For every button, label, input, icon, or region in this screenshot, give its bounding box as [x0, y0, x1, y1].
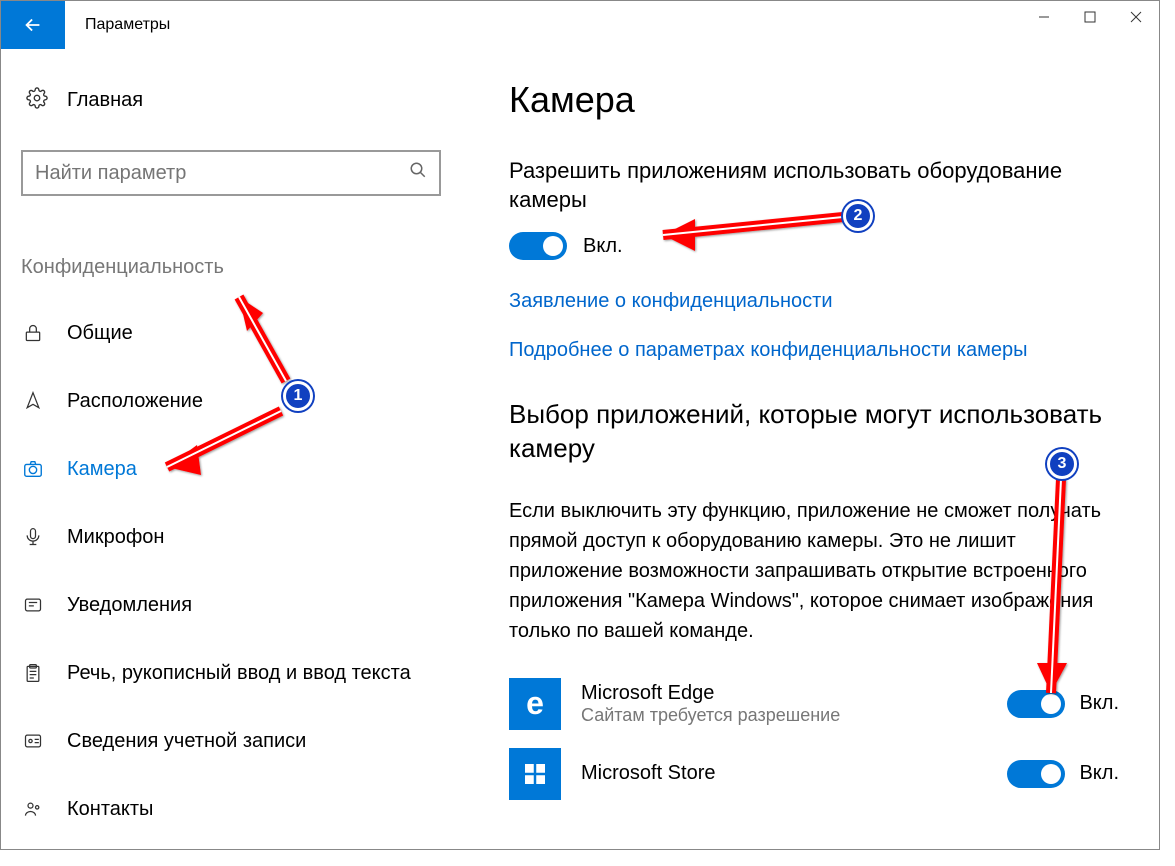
arrow-left-icon	[22, 14, 44, 36]
nav-label: Общие	[67, 322, 133, 345]
search-icon	[409, 161, 427, 185]
app-toggle-store[interactable]	[1007, 760, 1065, 788]
nav-label: Контакты	[67, 798, 153, 821]
nav-item-general[interactable]: Общие	[21, 299, 451, 367]
toggle-state-label: Вкл.	[1079, 692, 1119, 715]
app-info: Microsoft Store	[581, 762, 987, 785]
app-name: Microsoft Store	[581, 762, 987, 785]
app-toggle-wrap: Вкл.	[1007, 690, 1119, 718]
nav-item-location[interactable]: Расположение	[21, 367, 451, 435]
nav-list: Общие Расположение Камера Микрофон Уведо	[21, 299, 451, 843]
clipboard-icon	[21, 663, 45, 683]
nav-label: Камера	[67, 458, 137, 481]
nav-label: Сведения учетной записи	[67, 730, 306, 753]
app-toggle-edge[interactable]	[1007, 690, 1065, 718]
settings-window: Параметры Главная Конфиденциальность	[0, 0, 1160, 850]
camera-toggle-row: Вкл.	[509, 232, 1119, 260]
learn-more-link[interactable]: Подробнее о параметрах конфиденциальност…	[509, 339, 1119, 362]
nav-label: Уведомления	[67, 594, 192, 617]
window-controls	[1021, 1, 1159, 33]
close-button[interactable]	[1113, 1, 1159, 33]
app-toggle-wrap: Вкл.	[1007, 760, 1119, 788]
titlebar: Параметры	[1, 1, 1159, 49]
back-button[interactable]	[1, 1, 65, 49]
maximize-button[interactable]	[1067, 1, 1113, 33]
toggle-state-label: Вкл.	[583, 235, 623, 258]
nav-item-contacts[interactable]: Контакты	[21, 775, 451, 843]
nav-item-account[interactable]: Сведения учетной записи	[21, 707, 451, 775]
store-icon	[509, 748, 561, 800]
nav-label: Речь, рукописный ввод и ввод текста	[67, 662, 411, 685]
window-title: Параметры	[85, 16, 170, 34]
microphone-icon	[21, 527, 45, 547]
search-box[interactable]	[21, 150, 441, 196]
nav-item-camera[interactable]: Камера	[21, 435, 451, 503]
annotation-badge-2: 2	[843, 201, 873, 231]
annotation-badge-1: 1	[283, 381, 313, 411]
contacts-icon	[21, 799, 45, 819]
allow-heading: Разрешить приложениям использовать обору…	[509, 157, 1119, 214]
minimize-button[interactable]	[1021, 1, 1067, 33]
privacy-statement-link[interactable]: Заявление о конфиденциальности	[509, 290, 1119, 313]
page-title: Камера	[509, 79, 1119, 121]
sidebar: Главная Конфиденциальность Общие Располо…	[1, 79, 451, 843]
app-info: Microsoft Edge Сайтам требуется разрешен…	[581, 682, 987, 726]
choose-apps-description: Если выключить эту функцию, приложение н…	[509, 496, 1119, 646]
toggle-state-label: Вкл.	[1079, 762, 1119, 785]
notification-icon	[21, 595, 45, 615]
account-icon	[21, 731, 45, 751]
app-name: Microsoft Edge	[581, 682, 987, 705]
content-area: Главная Конфиденциальность Общие Располо…	[1, 49, 1159, 843]
home-nav[interactable]: Главная	[21, 79, 451, 122]
camera-icon	[21, 458, 45, 480]
camera-master-toggle[interactable]	[509, 232, 567, 260]
gear-icon	[25, 87, 49, 114]
app-row-edge: e Microsoft Edge Сайтам требуется разреш…	[509, 678, 1119, 730]
nav-item-speech[interactable]: Речь, рукописный ввод и ввод текста	[21, 639, 451, 707]
app-subtext: Сайтам требуется разрешение	[581, 705, 987, 726]
nav-label: Микрофон	[67, 526, 164, 549]
lock-icon	[21, 323, 45, 343]
search-input[interactable]	[35, 162, 395, 185]
home-label: Главная	[67, 89, 143, 112]
choose-apps-heading: Выбор приложений, которые могут использо…	[509, 398, 1119, 466]
edge-icon: e	[509, 678, 561, 730]
app-row-store: Microsoft Store Вкл.	[509, 748, 1119, 800]
section-label: Конфиденциальность	[21, 256, 451, 279]
location-icon	[21, 391, 45, 411]
nav-item-microphone[interactable]: Микрофон	[21, 503, 451, 571]
nav-label: Расположение	[67, 390, 203, 413]
annotation-badge-3: 3	[1047, 449, 1077, 479]
nav-item-notifications[interactable]: Уведомления	[21, 571, 451, 639]
